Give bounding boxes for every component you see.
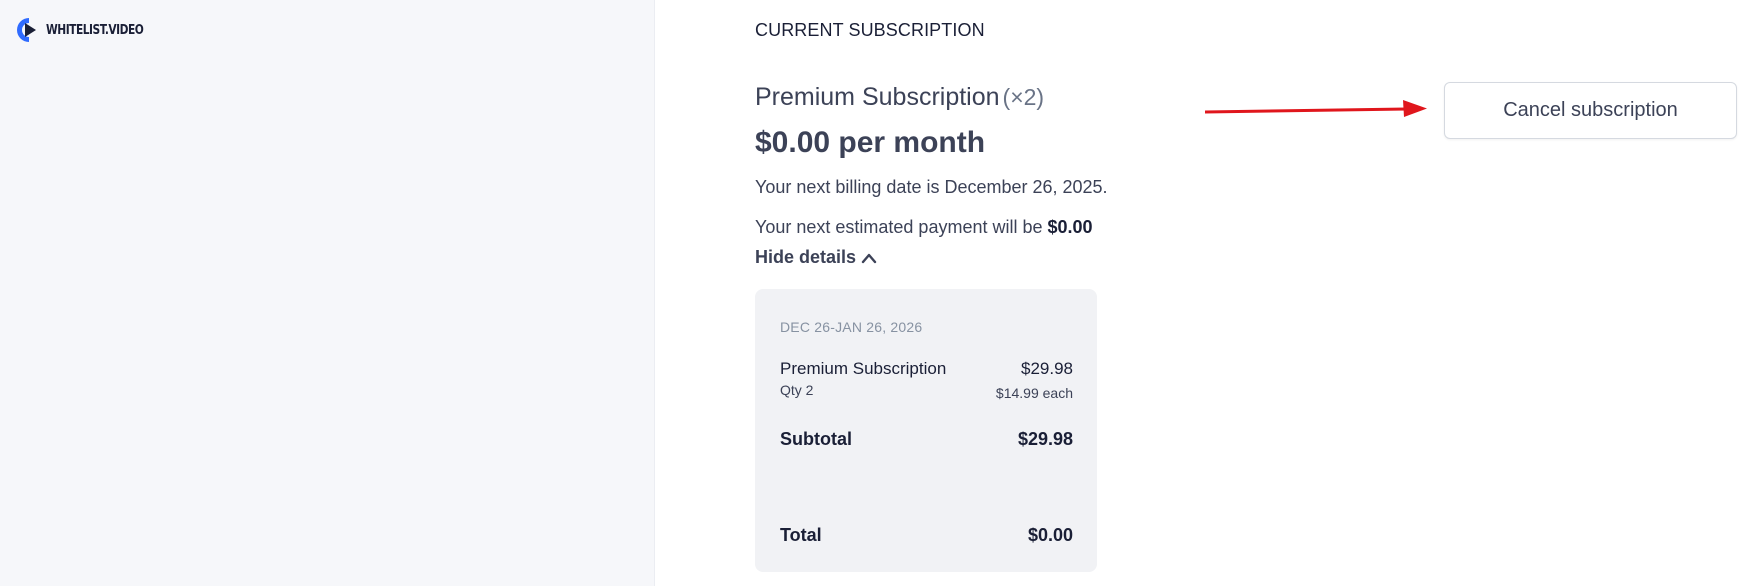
subtotal-label: Subtotal <box>780 429 852 449</box>
plan-price: $0.00 per month <box>755 126 986 159</box>
brand-name: WHITELIST.VIDEO <box>46 22 144 38</box>
left-panel: WHITELIST.VIDEO <box>0 0 655 586</box>
chevron-up-icon <box>861 253 877 263</box>
line-item-unit-price: $14.99 each <box>995 385 1073 401</box>
line-item-name: Premium Subscription <box>780 359 947 378</box>
estimated-payment: Your next estimated payment will be $0.0… <box>755 217 1093 238</box>
billing-period: DEC 26-JAN 26, 2026 <box>780 319 923 335</box>
line-item-qty: Qty 2 <box>780 382 814 398</box>
brand-logo[interactable]: WHITELIST.VIDEO <box>17 16 165 44</box>
total-label: Total <box>780 525 822 545</box>
next-billing-date: Your next billing date is December 26, 2… <box>755 177 1108 197</box>
cancel-subscription-button[interactable]: Cancel subscription <box>1444 82 1737 139</box>
plan-name: Premium Subscription <box>755 83 1000 111</box>
line-item-amount: $29.98 <box>1021 359 1073 378</box>
play-logo-icon <box>17 18 36 42</box>
hide-details-link[interactable]: Hide details <box>755 247 877 268</box>
invoice-details-card: DEC 26-JAN 26, 2026 Premium Subscription… <box>755 289 1097 572</box>
hide-details-label: Hide details <box>755 247 857 267</box>
estimate-prefix: Your next estimated payment will be <box>755 217 1043 237</box>
plan-title: Premium Subscription (×2) <box>755 83 1044 112</box>
plan-quantity: (×2) <box>1002 84 1045 110</box>
estimate-amount: $0.00 <box>1047 217 1093 237</box>
section-title: CURRENT SUBSCRIPTION <box>755 20 985 40</box>
red-arrow-annotation <box>1205 100 1427 117</box>
total-value: $0.00 <box>1027 525 1073 545</box>
subtotal-value: $29.98 <box>1017 429 1073 449</box>
